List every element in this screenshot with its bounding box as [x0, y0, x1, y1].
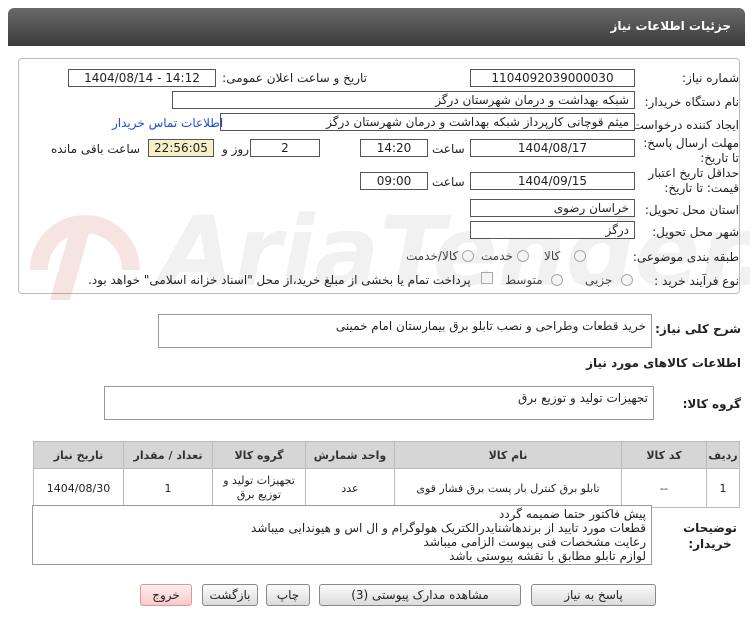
- process-medium-label: متوسط: [505, 273, 543, 287]
- goods-info-title: اطلاعات کالاهای مورد نیاز: [586, 356, 741, 370]
- buyer-note-line: پیش فاکتور حتما ضمیمه گردد: [498, 507, 646, 521]
- col-name-header: نام کالا: [394, 441, 622, 469]
- description-field: خرید قطعات وطراحی و نصب تابلو برق بیمارس…: [158, 314, 652, 348]
- page-title: جزئیات اطلاعات نیاز: [610, 19, 731, 33]
- cell-unit: عدد: [305, 468, 395, 508]
- goods-group-label: گروه کالا:: [682, 397, 741, 411]
- announce-field: 1404/08/14 - 14:12: [68, 69, 216, 87]
- creator-field: میثم قوچانی کارپرداز شبکه بهداشت و درمان…: [220, 113, 635, 131]
- buyer-note-line: قطعات مورد تایید از برندهاشنایدرالکتریک …: [251, 521, 646, 535]
- category-goods-service-label: کالا/خدمت: [406, 249, 459, 263]
- buyer-note-line: رعایت مشخصات فنی پیوست الزامی میباشد: [423, 535, 646, 549]
- buyer-notes-field: پیش فاکتور حتما ضمیمه گردد قطعات مورد تا…: [32, 505, 652, 565]
- reply-button[interactable]: پاسخ به نیاز: [531, 584, 656, 606]
- description-label: شرح کلی نیاز:: [655, 322, 741, 336]
- treasury-checkbox[interactable]: [481, 272, 493, 284]
- validity-time-field: 09:00: [360, 172, 428, 190]
- city-field: درگز: [470, 221, 635, 239]
- remaining-label: ساعت باقی مانده: [51, 142, 141, 156]
- category-service-label: خدمت: [481, 249, 513, 263]
- cell-row: 1: [706, 468, 740, 508]
- need-number-field: 1104092039000030: [470, 69, 635, 87]
- goods-group-field: تجهیزات تولید و توزیع برق: [104, 386, 654, 420]
- print-button[interactable]: چاپ: [266, 584, 310, 606]
- city-label: شهر محل تحویل:: [652, 225, 739, 239]
- col-group-header: گروه کالا: [212, 441, 306, 469]
- items-table: ردیف کد کالا نام کالا واحد شمارش گروه کا…: [33, 441, 740, 508]
- days-label: روز و: [222, 142, 249, 156]
- validity-time-label: ساعت: [432, 175, 465, 189]
- buyer-note-line: لوازم تابلو مطابق با نقشه پیوستی باشد: [449, 549, 646, 563]
- view-attachments-button[interactable]: مشاهده مدارک پیوستی (3): [319, 584, 521, 606]
- deadline-date-field: 1404/08/17: [470, 139, 635, 157]
- col-row-header: ردیف: [706, 441, 740, 469]
- process-label: نوع فرآیند خرید :: [654, 274, 739, 288]
- announce-label: تاریخ و ساعت اعلان عمومی:: [222, 71, 367, 85]
- col-date-header: تاریخ نیاز: [33, 441, 124, 469]
- validity-date-field: 1404/09/15: [470, 172, 635, 190]
- category-label: طبقه بندی موضوعی:: [632, 250, 739, 264]
- table-header-row: ردیف کد کالا نام کالا واحد شمارش گروه کا…: [33, 441, 740, 469]
- validity-label: حداقل تاریخ اعتبار قیمت: تا تاریخ:: [648, 166, 739, 195]
- category-radio-goods-service[interactable]: [462, 250, 474, 262]
- cell-qty: 1: [123, 468, 213, 508]
- category-radio-service[interactable]: [517, 250, 529, 262]
- contact-info-link[interactable]: اطلاعات تماس خریدار: [112, 116, 223, 130]
- days-field: 2: [250, 139, 320, 157]
- deadline-time-field: 14:20: [360, 139, 428, 157]
- back-button[interactable]: بازگشت: [202, 584, 258, 606]
- province-label: استان محل تحویل:: [644, 203, 739, 217]
- need-number-label: شماره نیاز:: [682, 71, 739, 85]
- category-radio-goods[interactable]: [574, 250, 586, 262]
- col-code-header: کد کالا: [621, 441, 707, 469]
- col-qty-header: تعداد / مقدار: [123, 441, 213, 469]
- cell-date: 1404/08/30: [33, 468, 124, 508]
- page-header: جزئیات اطلاعات نیاز: [8, 8, 745, 46]
- cell-group: تجهیزات تولید و توزیع برق: [212, 468, 306, 508]
- buyer-org-label: نام دستگاه خریدار:: [644, 95, 740, 109]
- treasury-note: پرداخت تمام یا بخشی از مبلغ خرید،از محل …: [88, 273, 471, 287]
- province-field: خراسان رضوی: [470, 199, 635, 217]
- col-unit-header: واحد شمارش: [305, 441, 395, 469]
- process-minor-label: جزیی: [585, 273, 613, 287]
- buyer-notes-label: توضیحات خریدار:: [683, 521, 737, 551]
- creator-label: ایجاد کننده درخواست:: [628, 118, 739, 132]
- deadline-time-label: ساعت: [432, 142, 465, 156]
- table-row[interactable]: 1 -- تابلو برق کنترل بار پست برق فشار قو…: [33, 468, 740, 508]
- deadline-label: مهلت ارسال پاسخ: تا تاریخ:: [643, 136, 739, 165]
- cell-code: --: [621, 468, 707, 508]
- category-goods-label: کالا: [544, 249, 561, 263]
- remaining-time-field: 22:56:05: [148, 139, 214, 157]
- buyer-org-field: شبکه بهداشت و درمان شهرستان درگز: [172, 91, 635, 109]
- process-radio-minor[interactable]: [621, 274, 633, 286]
- cell-name: تابلو برق کنترل بار پست برق فشار قوی: [394, 468, 622, 508]
- exit-button[interactable]: خروج: [140, 584, 192, 606]
- process-radio-medium[interactable]: [551, 274, 563, 286]
